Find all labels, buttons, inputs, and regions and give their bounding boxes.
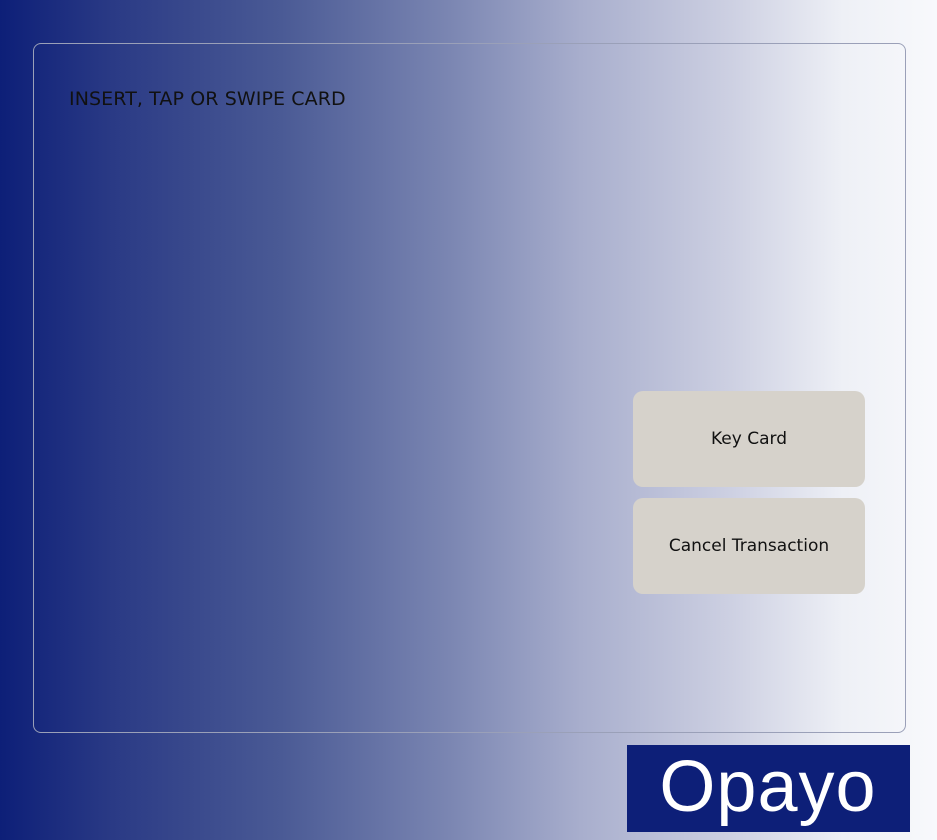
opayo-logo: Opayo — [627, 745, 910, 832]
cancel-transaction-button[interactable]: Cancel Transaction — [633, 498, 865, 594]
transaction-panel: INSERT, TAP OR SWIPE CARD Key Card Cance… — [33, 43, 906, 733]
cancel-transaction-button-label: Cancel Transaction — [668, 536, 830, 556]
opayo-logo-wordmark: Opayo — [659, 747, 876, 827]
svg-text:Opayo: Opayo — [659, 747, 876, 827]
key-card-button-label: Key Card — [711, 429, 787, 449]
card-prompt-text: INSERT, TAP OR SWIPE CARD — [69, 88, 346, 110]
key-card-button[interactable]: Key Card — [633, 391, 865, 487]
